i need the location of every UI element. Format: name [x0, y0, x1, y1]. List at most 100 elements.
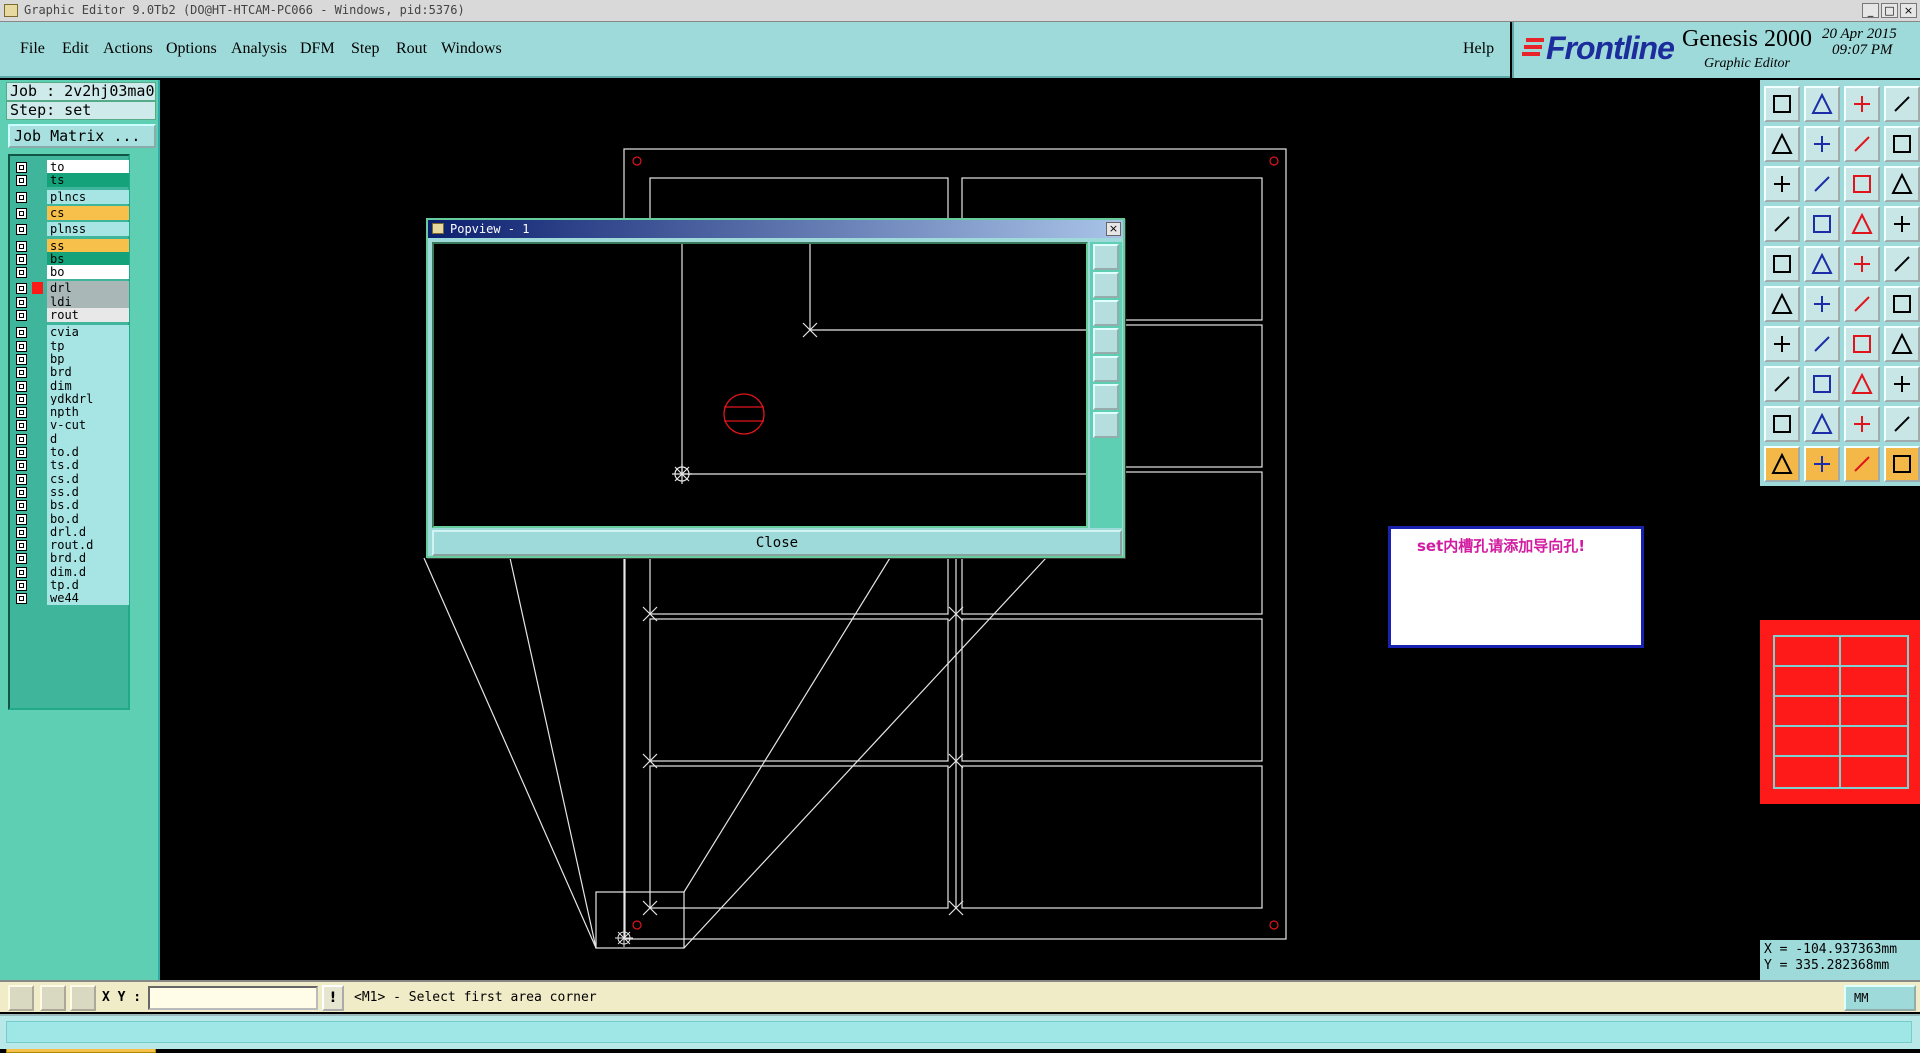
close-window-button[interactable]: ×: [1900, 3, 1917, 18]
layer-affected-indicator[interactable]: [32, 566, 43, 578]
ruler-icon[interactable]: [1844, 246, 1880, 282]
layer-row[interactable]: brd: [12, 365, 129, 380]
layer-affected-indicator[interactable]: [32, 161, 43, 173]
layer-checkbox[interactable]: [16, 526, 27, 538]
measure-icon[interactable]: [40, 985, 66, 1011]
layer-affected-indicator[interactable]: [32, 266, 43, 278]
layer-name[interactable]: d: [47, 431, 129, 446]
layer-row[interactable]: ss.d: [12, 484, 129, 499]
layer-affected-indicator[interactable]: [32, 296, 43, 308]
layer-name[interactable]: cs.d: [47, 471, 129, 486]
layer-row[interactable]: drl: [12, 281, 129, 296]
select-pin-icon[interactable]: [1844, 446, 1880, 482]
units-selector[interactable]: MM: [1844, 985, 1916, 1011]
layer-checkbox[interactable]: [16, 267, 27, 279]
layer-checkbox[interactable]: [16, 296, 27, 308]
snap-icon[interactable]: [1764, 206, 1800, 242]
layer-name[interactable]: plncs: [47, 189, 129, 204]
layer-row[interactable]: to.d: [12, 445, 129, 459]
board-overview-map[interactable]: [1760, 620, 1920, 804]
layer-row[interactable]: we44: [12, 591, 129, 606]
move-node-icon[interactable]: [1764, 286, 1800, 322]
add-pad-icon[interactable]: [1764, 366, 1800, 402]
scale-1-2-icon[interactable]: [1844, 166, 1880, 202]
layer-affected-indicator[interactable]: [32, 513, 43, 525]
layer-row[interactable]: npth: [12, 405, 129, 420]
job-matrix-button[interactable]: Job Matrix ...: [8, 124, 156, 148]
layer-checkbox[interactable]: [16, 340, 27, 352]
layer-checkbox[interactable]: [16, 460, 27, 472]
popview-zoom-out-icon[interactable]: [1093, 412, 1119, 438]
layer-checkbox[interactable]: [16, 593, 27, 605]
menu-analysis[interactable]: Analysis: [231, 40, 287, 58]
layer-checkbox[interactable]: [16, 420, 27, 432]
layer-name[interactable]: we44: [47, 591, 129, 606]
link-icon[interactable]: [1884, 286, 1920, 322]
popview-canvas[interactable]: [432, 242, 1088, 528]
layer-checkbox[interactable]: [16, 553, 27, 565]
layer-checkbox[interactable]: [16, 433, 27, 445]
popview-close-button[interactable]: Close: [432, 530, 1122, 556]
layer-row[interactable]: ldi: [12, 294, 129, 309]
layer-name[interactable]: cvia: [47, 325, 129, 340]
layer-affected-indicator[interactable]: [32, 207, 43, 219]
layer-row[interactable]: tp.d: [12, 578, 129, 592]
layer-row[interactable]: bo: [12, 265, 129, 280]
layer-name[interactable]: ldi: [47, 294, 129, 309]
layer-affected-indicator[interactable]: [32, 282, 43, 295]
layer-row[interactable]: cvia: [12, 325, 129, 340]
layer-row[interactable]: ydkdrl: [12, 391, 129, 406]
layer-name[interactable]: ydkdrl: [47, 391, 129, 406]
layer-color-a-icon[interactable]: [1844, 206, 1880, 242]
layer-checkbox[interactable]: [16, 367, 27, 379]
layer-affected-indicator[interactable]: [32, 473, 43, 485]
draw-line-icon[interactable]: [1804, 246, 1840, 282]
fit-all-icon[interactable]: [1764, 166, 1800, 202]
layer-checkbox[interactable]: [16, 240, 27, 252]
cross-node-icon[interactable]: [1804, 286, 1840, 322]
layer-affected-indicator[interactable]: [32, 579, 43, 591]
layer-checkbox[interactable]: [16, 207, 27, 219]
layer-name[interactable]: cs: [47, 205, 129, 220]
snap-grid-icon[interactable]: [70, 985, 96, 1011]
popview-pan-right-icon[interactable]: [1093, 356, 1119, 382]
layer-checkbox[interactable]: [16, 513, 27, 525]
layer-affected-indicator[interactable]: [32, 309, 43, 321]
layer-name[interactable]: tp: [47, 338, 129, 353]
menu-help-label[interactable]: Help: [1463, 40, 1494, 58]
layer-checkbox[interactable]: [16, 353, 27, 365]
layer-checkbox[interactable]: [16, 253, 27, 265]
layer-name[interactable]: bs.d: [47, 498, 129, 513]
layer-checkbox[interactable]: [16, 473, 27, 485]
layer-row[interactable]: rout.d: [12, 538, 129, 553]
layer-name[interactable]: dim: [47, 378, 129, 393]
layer-name[interactable]: brd: [47, 365, 129, 380]
layer-name[interactable]: drl: [47, 281, 129, 296]
layer-row[interactable]: bs: [12, 251, 129, 266]
layer-color-b-icon[interactable]: [1884, 206, 1920, 242]
copy-shapes-icon[interactable]: [1884, 366, 1920, 402]
layer-affected-indicator[interactable]: [32, 253, 43, 265]
pan-right-icon[interactable]: [1804, 126, 1840, 162]
pad-snap-icon[interactable]: [1804, 206, 1840, 242]
layer-checkbox[interactable]: [16, 162, 27, 173]
pair-icon[interactable]: [1884, 326, 1920, 362]
triangle-b-icon[interactable]: [1804, 406, 1840, 442]
layer-affected-indicator[interactable]: [32, 526, 43, 538]
arc-icon[interactable]: [1844, 326, 1880, 362]
layer-checkbox[interactable]: [16, 224, 27, 236]
layer-row[interactable]: dim.d: [12, 564, 129, 579]
layer-affected-indicator[interactable]: [32, 592, 43, 604]
layer-checkbox[interactable]: [16, 447, 27, 458]
select-arrow-icon[interactable]: [1764, 446, 1800, 482]
layer-row[interactable]: bs.d: [12, 498, 129, 513]
home-icon[interactable]: [1844, 86, 1880, 122]
popview-pan-down-icon[interactable]: [1093, 300, 1119, 326]
layer-affected-indicator[interactable]: [32, 380, 43, 392]
layer-name[interactable]: v-cut: [47, 418, 129, 433]
xy-input[interactable]: [148, 986, 318, 1010]
layer-affected-indicator[interactable]: [32, 174, 43, 186]
layer-row[interactable]: brd.d: [12, 551, 129, 566]
layer-affected-indicator[interactable]: [32, 353, 43, 365]
menu-dfm[interactable]: DFM: [300, 40, 335, 58]
